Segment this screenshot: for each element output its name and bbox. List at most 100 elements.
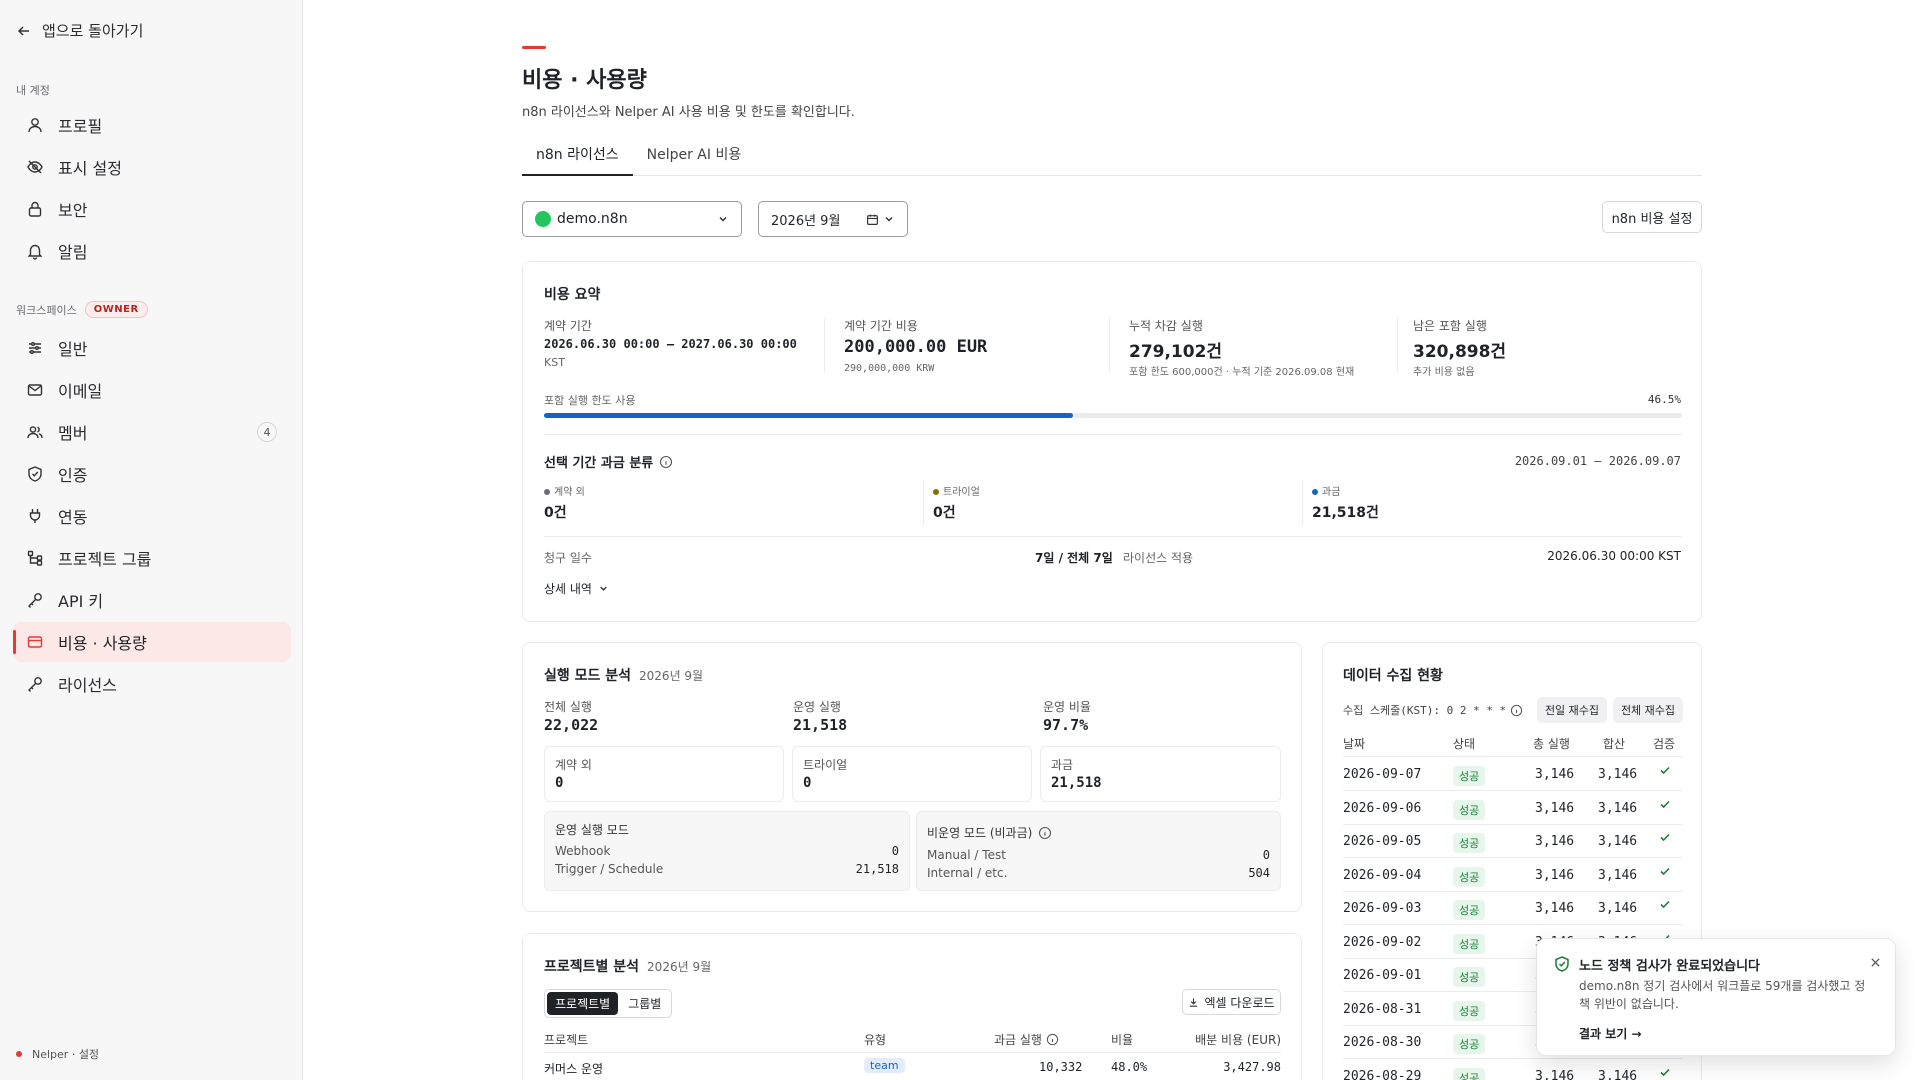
- sidebar-item-billing[interactable]: 비용 · 사용량: [13, 622, 291, 662]
- ops-mode-label: Trigger / Schedule: [555, 862, 664, 876]
- toggle-by-group[interactable]: 그룹별: [620, 992, 669, 1015]
- nonops-mode-value: 0: [1262, 848, 1270, 862]
- tab-nelper-ai-cost[interactable]: Nelper AI 비용: [633, 140, 756, 176]
- toggle-by-project[interactable]: 프로젝트별: [547, 992, 619, 1015]
- collect-total: 3,146: [1535, 834, 1575, 849]
- table-row[interactable]: 2026-09-06 성공 3,146 3,146: [1343, 792, 1683, 825]
- download-icon: [1190, 997, 1198, 1007]
- info-icon[interactable]: [659, 455, 673, 469]
- sidebar-item-auth[interactable]: 인증: [13, 454, 291, 494]
- col-verify: 검증: [1653, 737, 1676, 751]
- breakdown-item: 계약 외: [544, 483, 585, 498]
- instance-select[interactable]: demo.n8n: [522, 201, 742, 237]
- sidebar-item-profile[interactable]: 프로필: [13, 105, 291, 145]
- table-row[interactable]: 커머스 운영 team 10,332 48.0% 3,427.98: [544, 1054, 1281, 1080]
- table-row[interactable]: 2026-08-29 성공 3,146 3,146: [1343, 1060, 1683, 1080]
- sidebar-item-label: 일반: [58, 340, 88, 359]
- page-subtitle: n8n 라이선스와 Nelper AI 사용 비용 및 한도를 확인합니다.: [522, 105, 855, 120]
- n8n-cost-settings-button[interactable]: n8n 비용 설정: [1602, 201, 1702, 233]
- policy-check-toast: 노드 정책 검사가 완료되었습니다 demo.n8n 정기 검사에서 워크플로 …: [1536, 938, 1896, 1056]
- collect-date: 2026-08-30: [1343, 1035, 1422, 1050]
- sidebar-item-label: API 키: [58, 592, 104, 611]
- mini-stat-value: 0: [555, 775, 564, 791]
- toast-body: demo.n8n 정기 검사에서 워크플로 59개를 검사했고 정책 위반이 없…: [1579, 979, 1866, 1011]
- group-toggle: 프로젝트별 그룹별: [544, 989, 673, 1018]
- details-label: 상세 내역: [544, 582, 592, 596]
- recollect-previous-day-button[interactable]: 전일 재수집: [1537, 697, 1607, 723]
- check-icon: [1659, 764, 1671, 780]
- col-total: 총 실행: [1533, 737, 1570, 751]
- mini-stat-value: 21,518: [1051, 775, 1102, 791]
- table-row[interactable]: 2026-09-07 성공 3,146 3,146: [1343, 758, 1683, 791]
- ops-mode-value: 0: [891, 844, 899, 858]
- sidebar-item-integrations[interactable]: 연동: [13, 496, 291, 536]
- project-exec: 10,332: [1039, 1060, 1083, 1074]
- sidebar-item-email[interactable]: 이메일: [13, 370, 291, 410]
- sidebar-item-label: 인증: [58, 466, 88, 485]
- back-to-app-link[interactable]: 앱으로 돌아가기: [16, 20, 143, 41]
- mini-stat-label: 과금: [1051, 758, 1074, 772]
- usage-percent: 46.5%: [1647, 393, 1681, 406]
- sidebar-item-members[interactable]: 멤버 4: [13, 412, 291, 452]
- execution-mode-card: 실행 모드 분석 2026년 9월 전체 실행 22,022 운영 실행 21,5…: [522, 642, 1302, 912]
- mini-stat-billed: 과금 21,518: [1040, 746, 1281, 802]
- month-select[interactable]: 2026년 9월: [758, 201, 908, 237]
- sidebar-item-project-groups[interactable]: 프로젝트 그룹: [13, 538, 291, 578]
- billed-dot-icon: [1312, 489, 1318, 495]
- lock-icon: [28, 201, 42, 217]
- license-applied-label: 라이선스 적용: [1123, 551, 1194, 565]
- collect-sum: 3,146: [1598, 834, 1638, 849]
- info-icon[interactable]: [1038, 826, 1052, 840]
- total-exec-value: 22,022: [544, 716, 599, 734]
- sidebar-footer: Nelper · 설정: [16, 1046, 99, 1062]
- sidebar-item-display[interactable]: 표시 설정: [13, 147, 291, 187]
- sidebar-item-notifications[interactable]: 알림: [13, 231, 291, 271]
- collect-schedule: 수집 스케줄(KST): 0 2 * * *: [1343, 702, 1523, 718]
- nonops-mode-title: 비운영 모드 (비과금): [927, 824, 1052, 841]
- exec-month: 2026년 9월: [639, 669, 704, 683]
- sidebar-item-api-keys[interactable]: API 키: [13, 580, 291, 620]
- ops-ratio-label: 운영 비율: [1043, 700, 1091, 714]
- collect-total: 3,146: [1535, 867, 1575, 883]
- sidebar-item-general[interactable]: 일반: [13, 328, 291, 368]
- mini-stat-trial: 트라이얼 0: [792, 746, 1032, 802]
- info-icon[interactable]: [1510, 704, 1523, 717]
- table-row[interactable]: 2026-09-03 성공 3,146 3,146: [1343, 892, 1683, 925]
- billing-days-label: 청구 일수: [544, 551, 592, 565]
- divider: [923, 480, 924, 525]
- toast-view-result-link[interactable]: 결과 보기 →: [1579, 1025, 1642, 1042]
- remaining-label: 남은 포함 실행: [1413, 319, 1487, 333]
- project-month: 2026년 9월: [647, 960, 712, 974]
- sidebar-item-license[interactable]: 라이선스: [13, 664, 291, 704]
- nonops-mode-box: 비운영 모드 (비과금) Manual / Test 0 Internal / …: [916, 811, 1281, 891]
- sidebar-item-security[interactable]: 보안: [13, 189, 291, 229]
- check-icon: [1659, 898, 1671, 914]
- mini-stat-out-of-contract: 계약 외 0: [544, 746, 784, 802]
- table-row[interactable]: 2026-09-04 성공 3,146 3,146: [1343, 859, 1683, 892]
- col-type: 유형: [864, 1033, 887, 1047]
- cumulative-note: 포함 한도 600,000건 · 누적 기준 2026.09.08 현재: [1129, 367, 1355, 378]
- info-icon[interactable]: [1046, 1033, 1059, 1046]
- collect-date: 2026-08-31: [1343, 1001, 1422, 1017]
- close-icon[interactable]: [1870, 957, 1881, 968]
- workspace-section-label: 워크스페이스 OWNER: [16, 301, 148, 318]
- recollect-all-button[interactable]: 전체 재수집: [1613, 697, 1683, 723]
- breakdown-value: 0건: [544, 505, 567, 521]
- collect-date: 2026-09-03: [1343, 901, 1422, 916]
- users-icon: [27, 426, 43, 439]
- ops-mode-title: 운영 실행 모드: [555, 823, 629, 837]
- back-label: 앱으로 돌아가기: [42, 22, 144, 40]
- collect-sum: 3,146: [1598, 867, 1638, 883]
- details-toggle[interactable]: 상세 내역: [544, 580, 609, 597]
- tab-n8n-license[interactable]: n8n 라이선스: [522, 140, 633, 176]
- excel-download-button[interactable]: 엑셀 다운로드: [1182, 989, 1281, 1015]
- contract-period-label: 계약 기간: [544, 319, 592, 333]
- sidebar-item-label: 프로젝트 그룹: [58, 550, 152, 569]
- toast-title: 노드 정책 검사가 완료되었습니다: [1579, 959, 1761, 974]
- project-cost: 3,427.98: [1223, 1060, 1281, 1074]
- table-row[interactable]: 2026-09-05 성공 3,146 3,146: [1343, 825, 1683, 858]
- collect-sum: 3,146: [1598, 901, 1638, 916]
- col-allocated-cost: 배분 비용 (EUR): [1195, 1033, 1281, 1047]
- collect-total: 3,146: [1535, 901, 1575, 916]
- nonops-mode-label: Internal / etc.: [927, 866, 1008, 880]
